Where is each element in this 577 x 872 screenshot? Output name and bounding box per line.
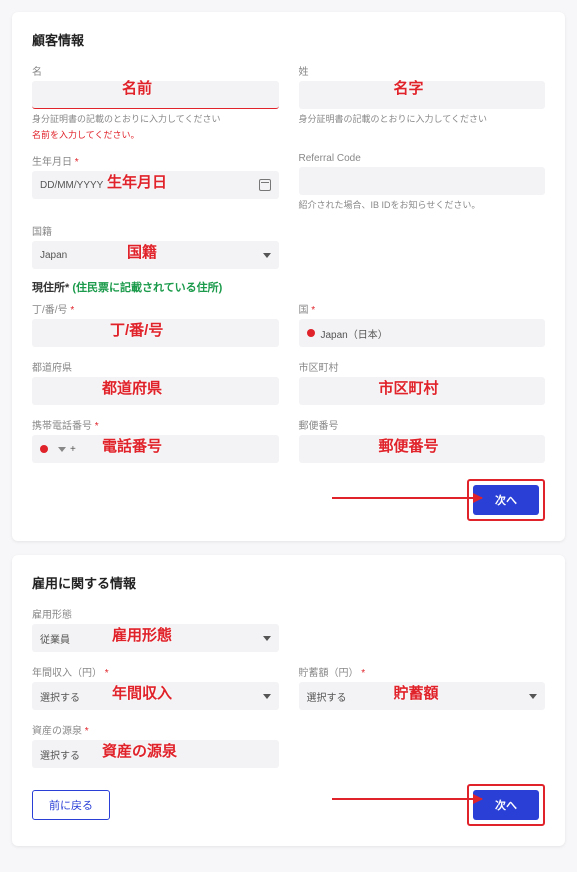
last-name-label: 名	[32, 63, 279, 78]
address-heading: 現住所* (住民票に記載されている住所)	[32, 279, 545, 295]
nationality-select[interactable]: Japan	[32, 241, 279, 269]
flag-jp-icon	[307, 329, 315, 337]
id-helper-left: 身分証明書の記載のとおりに入力してください	[32, 112, 279, 125]
street-label: 丁/番/号 *	[32, 301, 279, 316]
chevron-down-icon	[58, 447, 66, 452]
savings-select[interactable]: 選択する	[299, 682, 546, 710]
select-placeholder: 選択する	[40, 689, 80, 704]
chevron-down-icon	[529, 694, 537, 699]
employment-label: 雇用形態	[32, 606, 279, 621]
nationality-value: Japan	[40, 250, 67, 261]
select-placeholder: 選択する	[307, 689, 347, 704]
city-label: 市区町村	[299, 359, 546, 374]
employment-value: 従業員	[40, 631, 70, 646]
referral-helper: 紹介された場合、IB IDをお知らせください。	[299, 198, 546, 211]
referral-label: Referral Code	[299, 153, 546, 164]
first-name-input[interactable]	[299, 81, 546, 109]
dob-placeholder: DD/MM/YYYY	[40, 180, 103, 191]
street-input[interactable]	[32, 319, 279, 347]
income-select[interactable]: 選択する	[32, 682, 279, 710]
customer-info-card: 顧客情報 名 身分証明書の記載のとおりに入力してください 名前を入力してください…	[12, 12, 565, 541]
last-name-input[interactable]	[32, 81, 279, 109]
country-select[interactable]: Japan（日本）	[299, 319, 546, 347]
first-name-label: 姓	[299, 63, 546, 78]
income-label: 年間収入（円） *	[32, 664, 279, 679]
savings-label: 貯蓄額（円） *	[299, 664, 546, 679]
chevron-down-icon	[263, 636, 271, 641]
postal-input[interactable]	[299, 435, 546, 463]
prefecture-label: 都道府県	[32, 359, 279, 374]
city-input[interactable]	[299, 377, 546, 405]
employment-select[interactable]: 従業員	[32, 624, 279, 652]
country-value: Japan（日本）	[321, 326, 388, 341]
source-select[interactable]: 選択する	[32, 740, 279, 768]
chevron-down-icon	[263, 253, 271, 258]
prefecture-input[interactable]	[32, 377, 279, 405]
select-placeholder: 選択する	[40, 747, 80, 762]
arrow-icon	[332, 497, 482, 499]
country-label: 国 *	[299, 301, 546, 316]
card-title: 顧客情報	[32, 30, 545, 49]
dob-label: 生年月日 *	[32, 153, 279, 168]
phone-input[interactable]: +	[32, 435, 279, 463]
card-title: 雇用に関する情報	[32, 573, 545, 592]
phone-label: 携帯電話番号 *	[32, 417, 279, 432]
back-button[interactable]: 前に戻る	[32, 790, 110, 820]
calendar-icon	[259, 179, 271, 191]
arrow-icon	[332, 798, 482, 800]
chevron-down-icon	[263, 694, 271, 699]
flag-jp-icon	[40, 445, 48, 453]
next-highlight-box: 次へ	[467, 784, 545, 826]
postal-label: 郵便番号	[299, 417, 546, 432]
referral-input[interactable]	[299, 167, 546, 195]
nationality-label: 国籍	[32, 223, 279, 238]
dob-input[interactable]: DD/MM/YYYY	[32, 171, 279, 199]
id-helper-right: 身分証明書の記載のとおりに入力してください	[299, 112, 546, 125]
source-label: 資産の源泉 *	[32, 722, 279, 737]
name-error: 名前を入力してください。	[32, 128, 279, 141]
employment-info-card: 雇用に関する情報 雇用形態 従業員 雇用形態 年間収入（円） * 選択する 年間…	[12, 555, 565, 846]
